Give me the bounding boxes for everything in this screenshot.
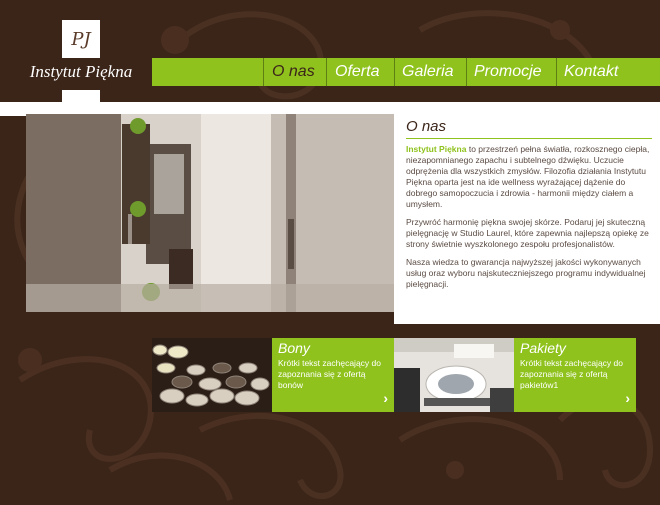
card-bony-image[interactable] [152, 338, 272, 412]
card-pakiety-title: Pakiety [520, 340, 566, 356]
logo-name[interactable]: Instytut Piękna [22, 62, 140, 82]
logo-monogram: PJ [71, 28, 91, 50]
nav-item-o-nas[interactable]: O nas [272, 58, 315, 86]
card-bony[interactable]: Bony Krótki tekst zachęcający do zapozna… [272, 338, 394, 412]
nav-item-kontakt[interactable]: Kontakt [564, 58, 618, 86]
about-paragraph-2: Przywróć harmonię piękna swojej skórze. … [406, 217, 649, 249]
nav-separator [394, 58, 395, 86]
logo-bar [62, 90, 100, 102]
nav-separator [466, 58, 467, 86]
nav-separator [263, 58, 264, 86]
about-title: O nas [406, 118, 447, 135]
stones-illustration [152, 338, 272, 412]
main-nav: O nas Oferta Galeria Promocje Kontakt [152, 58, 660, 86]
title-underline [406, 138, 652, 139]
card-pakiety-image[interactable] [394, 338, 514, 412]
nav-separator [556, 58, 557, 86]
logo-monogram-box[interactable]: PJ [62, 20, 100, 58]
card-bony-title: Bony [278, 340, 310, 356]
card-bony-text: Krótki tekst zachęcający do zapoznania s… [278, 358, 381, 390]
chevron-right-icon[interactable]: › [625, 390, 630, 406]
about-panel: O nas Instytut Piękna to przestrzeń pełn… [394, 114, 660, 324]
about-highlight: Instytut Piękna [406, 144, 467, 154]
about-paragraph-1: Instytut Piękna to przestrzeń pełna świa… [406, 144, 650, 210]
nav-item-promocje[interactable]: Promocje [474, 58, 542, 86]
card-pakiety[interactable]: Pakiety Krótki tekst zachęcający do zapo… [514, 338, 636, 412]
salon-interior-photo [26, 114, 394, 312]
treatment-room-illustration [394, 338, 514, 412]
interior-illustration [26, 114, 394, 312]
about-paragraph-3: Nasza wiedza to gwarancja najwyższej jak… [406, 257, 646, 289]
nav-separator [326, 58, 327, 86]
nav-item-galeria[interactable]: Galeria [402, 58, 454, 86]
nav-item-oferta[interactable]: Oferta [335, 58, 379, 86]
chevron-right-icon[interactable]: › [383, 390, 388, 406]
about-body: Instytut Piękna to przestrzeń pełna świa… [406, 144, 650, 297]
card-pakiety-text: Krótki tekst zachęcający do zapoznania s… [520, 358, 623, 390]
